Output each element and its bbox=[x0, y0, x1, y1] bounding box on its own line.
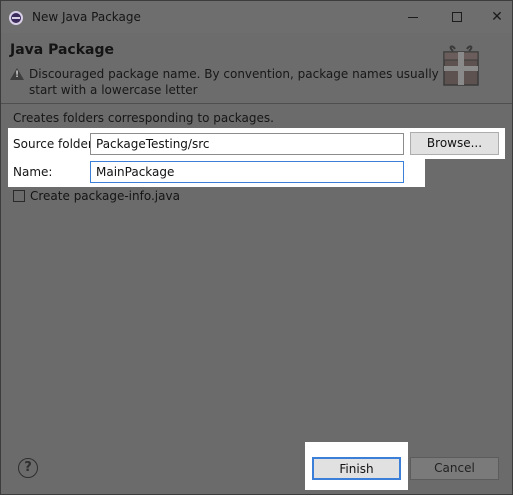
maximize-button[interactable] bbox=[444, 7, 470, 27]
create-package-info-label: Create package-info.java bbox=[30, 189, 180, 203]
warning-icon bbox=[10, 68, 24, 80]
wizard-header: Java Package Discouraged package name. B… bbox=[1, 33, 512, 103]
page-description: Creates folders corresponding to package… bbox=[13, 111, 274, 125]
title-bar: New Java Package ✕ bbox=[1, 1, 512, 33]
page-title: Java Package bbox=[10, 42, 115, 58]
new-java-package-dialog: New Java Package ✕ Java Package Discoura… bbox=[0, 0, 513, 495]
minimize-button[interactable] bbox=[400, 7, 426, 27]
finish-button[interactable]: Finish bbox=[312, 457, 401, 480]
eclipse-icon bbox=[9, 11, 23, 25]
close-button[interactable]: ✕ bbox=[484, 7, 510, 27]
window-title: New Java Package bbox=[32, 10, 141, 24]
package-graphic-icon bbox=[443, 45, 479, 86]
header-separator bbox=[1, 103, 512, 104]
browse-button[interactable]: Browse... bbox=[410, 132, 499, 155]
minimize-icon bbox=[408, 17, 418, 18]
help-icon[interactable]: ? bbox=[18, 458, 38, 478]
name-label: Name: bbox=[13, 165, 53, 179]
source-folder-label: Source folder: bbox=[13, 137, 97, 151]
source-folder-input[interactable]: PackageTesting/src bbox=[90, 133, 404, 155]
warning-message: Discouraged package name. By convention,… bbox=[29, 67, 439, 97]
maximize-icon bbox=[452, 12, 462, 22]
checkbox-box[interactable] bbox=[13, 190, 25, 202]
name-input[interactable]: MainPackage bbox=[90, 161, 404, 183]
close-icon: ✕ bbox=[491, 9, 503, 25]
cancel-button[interactable]: Cancel bbox=[410, 457, 499, 480]
